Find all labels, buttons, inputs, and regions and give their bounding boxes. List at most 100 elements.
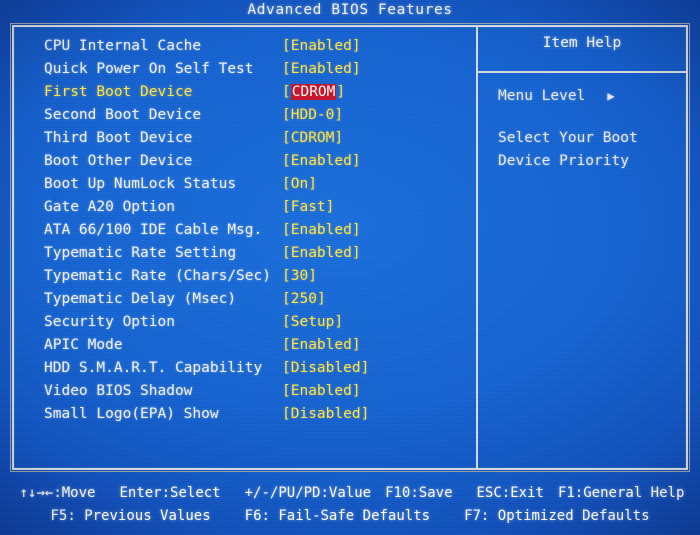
bios-option-value-text: Fast xyxy=(290,199,326,215)
bios-option-value[interactable]: [30] xyxy=(282,265,317,288)
bios-option-value[interactable]: [Enabled] xyxy=(282,380,361,403)
bios-option-value-text: Setup xyxy=(290,314,335,330)
menu-level-row: Menu Level ▶ xyxy=(498,85,688,108)
value-bracket-open: [ xyxy=(282,107,291,123)
bios-option-label: Quick Power On Self Test xyxy=(44,61,254,77)
bios-option-value[interactable]: [HDD-0] xyxy=(282,104,343,127)
bios-option-value-text: CDROM xyxy=(290,130,335,146)
bios-option-value[interactable]: [Fast] xyxy=(282,196,334,219)
bios-option-value-text: Enabled xyxy=(290,245,352,261)
bios-option-value-text: HDD-0 xyxy=(290,107,335,123)
hint-esc-exit: ESC:Exit xyxy=(476,485,544,501)
value-bracket-close: ] xyxy=(351,383,361,399)
value-bracket-open: [ xyxy=(282,406,291,422)
bios-option-label: Third Boot Device xyxy=(44,130,193,146)
help-spacer xyxy=(498,108,688,127)
panel-vertical-divider xyxy=(476,27,478,468)
bios-option-row[interactable]: APIC Mode [Enabled] xyxy=(44,334,369,357)
value-bracket-open: [ xyxy=(282,222,291,238)
value-bracket-close: ] xyxy=(360,360,370,376)
bios-option-value-text: 250 xyxy=(290,291,317,307)
bios-option-value[interactable]: [Disabled] xyxy=(282,403,369,426)
bios-option-row[interactable]: Second Boot Device [HDD-0] xyxy=(44,104,369,127)
value-bracket-open: [ xyxy=(282,84,291,100)
bios-option-value[interactable]: [Enabled] xyxy=(282,35,361,58)
bios-option-value-text: CDROM xyxy=(290,84,337,100)
bios-option-value-text: Enabled xyxy=(290,383,352,399)
bios-option-label: Typematic Rate (Chars/Sec) xyxy=(44,268,271,284)
value-bracket-open: [ xyxy=(282,268,291,284)
bios-option-value[interactable]: [250] xyxy=(282,288,326,311)
bios-option-value[interactable]: [CDROM] xyxy=(282,81,345,104)
value-bracket-close: ] xyxy=(308,176,317,192)
hint-f1-general-help: F1:General Help xyxy=(557,485,685,501)
bios-option-label: ATA 66/100 IDE Cable Msg. xyxy=(44,222,263,238)
bios-option-row[interactable]: Small Logo(EPA) Show [Disabled] xyxy=(44,403,369,426)
bios-option-value[interactable]: [CDROM] xyxy=(282,127,343,150)
footer-line-2: F5: Previous Values F6: Fail-Safe Default… xyxy=(0,505,700,528)
bios-option-label: CPU Internal Cache xyxy=(44,38,202,54)
bios-option-label: APIC Mode xyxy=(44,337,123,353)
bios-option-value-text: Enabled xyxy=(290,153,352,169)
hint-f6-fail-safe-defaults: F6: Fail-Safe Defaults xyxy=(244,508,431,524)
bios-option-row[interactable]: Boot Other Device [Enabled] xyxy=(44,150,369,173)
bios-options-list: CPU Internal Cache [Enabled] Quick Power O… xyxy=(44,35,369,426)
bios-option-row[interactable]: Typematic Rate Setting [Enabled] xyxy=(44,242,369,265)
hint-f5-previous-values: F5: Previous Values xyxy=(50,508,211,524)
hint-f7-optimized-defaults: F7: Optimized Defaults xyxy=(464,508,650,524)
bios-option-row[interactable]: ATA 66/100 IDE Cable Msg. [Enabled] xyxy=(44,219,369,242)
bios-option-value[interactable]: [Enabled] xyxy=(282,242,361,265)
bios-option-value[interactable]: [Enabled] xyxy=(282,334,361,357)
value-bracket-open: [ xyxy=(282,61,291,77)
value-bracket-open: [ xyxy=(282,383,291,399)
bios-option-label: HDD S.M.A.R.T. Capability xyxy=(44,360,263,376)
bios-option-value[interactable]: [Enabled] xyxy=(282,58,361,81)
help-description-line-2: Device Priority xyxy=(498,153,629,169)
bios-option-label: Small Logo(EPA) Show xyxy=(44,406,219,422)
value-bracket-open: [ xyxy=(282,130,291,146)
footer-line-1: ↑↓→←:Move Enter:Select +/-/PU/PD:Value F10:… xyxy=(0,482,700,505)
bios-option-row[interactable]: Quick Power On Self Test [Enabled] xyxy=(44,58,369,81)
value-bracket-open: [ xyxy=(282,245,291,261)
bios-option-row[interactable]: First Boot Device [CDROM] xyxy=(44,81,369,104)
bios-option-label: Typematic Rate Setting xyxy=(44,245,237,261)
bios-option-label: Gate A20 Option xyxy=(44,199,175,215)
value-bracket-close: ] xyxy=(334,130,344,146)
page-title: Advanced BIOS Features xyxy=(247,2,453,18)
value-bracket-close: ] xyxy=(351,38,361,54)
hint-enter-select: Enter:Select xyxy=(119,485,221,501)
value-bracket-close: ] xyxy=(351,61,361,77)
value-bracket-open: [ xyxy=(282,199,291,215)
value-bracket-open: [ xyxy=(282,360,291,376)
bios-option-label: Boot Other Device xyxy=(44,153,193,169)
bios-option-row[interactable]: Gate A20 Option [Fast] xyxy=(44,196,369,219)
bios-option-label: Security Option xyxy=(44,314,175,330)
value-bracket-close: ] xyxy=(351,222,361,238)
value-bracket-close: ] xyxy=(351,337,361,353)
bios-option-value-text: Disabled xyxy=(290,406,361,422)
bios-option-row[interactable]: Boot Up NumLock Status [On] xyxy=(44,173,369,196)
bios-option-value-text: Enabled xyxy=(290,38,352,54)
bios-option-value[interactable]: [Setup] xyxy=(282,311,343,334)
bios-option-row[interactable]: Typematic Delay (Msec) [250] xyxy=(44,288,369,311)
bios-option-row[interactable]: Security Option [Setup] xyxy=(44,311,369,334)
bios-option-value-text: 30 xyxy=(290,268,309,284)
hint-value: +/-/PU/PD:Value xyxy=(244,485,372,501)
item-help-title: Item Help xyxy=(542,35,622,51)
bios-option-value-text: Enabled xyxy=(290,222,352,238)
bios-option-value[interactable]: [Disabled] xyxy=(282,357,369,380)
value-bracket-close: ] xyxy=(334,314,344,330)
bios-option-row[interactable]: Video BIOS Shadow [Enabled] xyxy=(44,380,369,403)
bios-option-value[interactable]: [Enabled] xyxy=(282,150,361,173)
bios-option-row[interactable]: Third Boot Device [CDROM] xyxy=(44,127,369,150)
bios-option-row[interactable]: CPU Internal Cache [Enabled] xyxy=(44,35,369,58)
value-bracket-open: [ xyxy=(282,337,291,353)
bios-option-value[interactable]: [Enabled] xyxy=(282,219,361,242)
value-bracket-close: ] xyxy=(351,153,361,169)
bios-option-row[interactable]: HDD S.M.A.R.T. Capability [Disabled] xyxy=(44,357,369,380)
item-help-divider xyxy=(476,71,686,73)
value-bracket-close: ] xyxy=(336,84,346,100)
bios-option-row[interactable]: Typematic Rate (Chars/Sec) [30] xyxy=(44,265,369,288)
bios-option-value[interactable]: [On] xyxy=(282,173,317,196)
item-help-body: Menu Level ▶ Select Your Boot Device Prio… xyxy=(498,85,688,173)
